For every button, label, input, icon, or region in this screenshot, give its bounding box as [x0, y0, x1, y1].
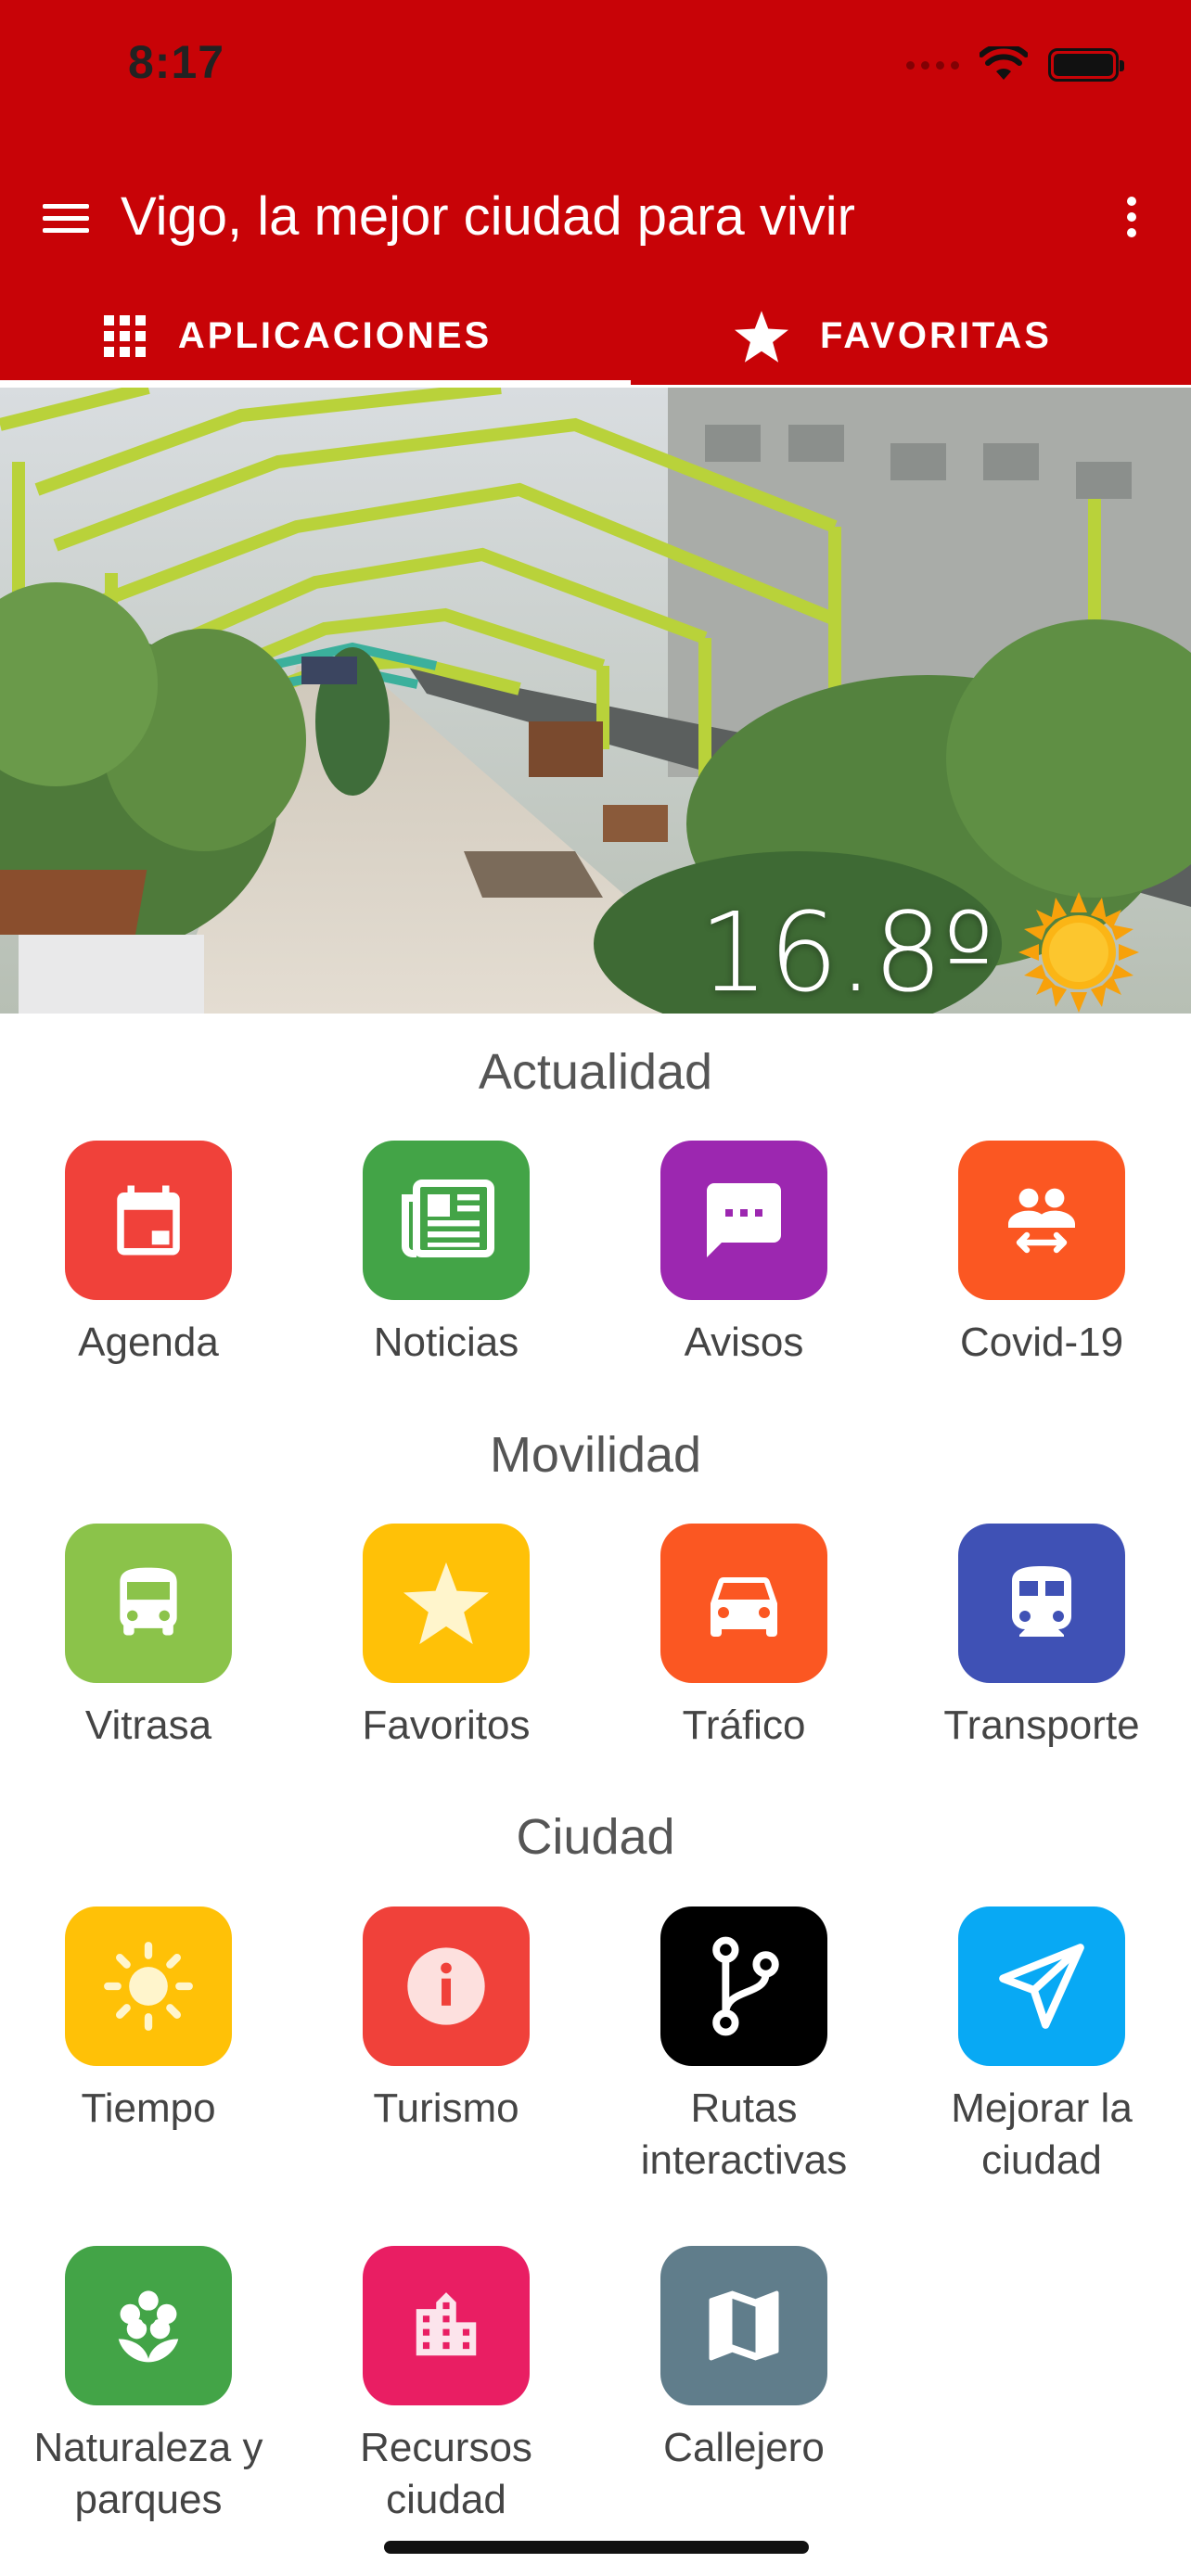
app-label: Agenda [78, 1320, 219, 1365]
active-tab-indicator [0, 380, 631, 388]
app-label: Turismo [373, 2085, 519, 2131]
weather-widget[interactable]: 16.8º [699, 888, 1139, 1014]
cellular-signal-icon [906, 60, 959, 70]
app-icon-tile [660, 1906, 827, 2066]
train-icon [1012, 1566, 1071, 1637]
flower-icon [118, 2290, 179, 2363]
people-distance-icon [1008, 1188, 1075, 1254]
app-icon-tile [363, 1141, 530, 1300]
section-title-movilidad: Movilidad [489, 1427, 702, 1483]
app-icon-tile [65, 1524, 232, 1683]
tab-bar: APLICACIONES FAVORITAS [0, 287, 1191, 389]
app-label: Transporte [943, 1702, 1140, 1748]
app-label: Recursos ciudad [360, 2425, 532, 2522]
app-label: Vitrasa [84, 1702, 212, 1748]
status-time: 8:17 [128, 36, 225, 88]
app-label: Callejero [663, 2425, 825, 2470]
app-icon-tile [65, 1906, 232, 2066]
wifi-icon [980, 46, 1028, 80]
app-icon-tile [958, 1906, 1125, 2066]
tab-favoritas[interactable]: FAVORITAS [596, 287, 1191, 385]
battery-icon [1048, 48, 1124, 82]
app-covid-19[interactable]: Covid-19 [893, 1141, 1190, 1369]
sun-icon [1018, 892, 1139, 1013]
star-icon [403, 1562, 489, 1645]
app-noticias[interactable]: Noticias [298, 1141, 595, 1369]
app-title: Vigo, la mejor ciudad para vivir [121, 186, 855, 247]
app-turismo[interactable]: Turismo [298, 1906, 595, 2135]
route-fork-icon [712, 1936, 779, 2036]
app-label: Mejorar la ciudad [951, 2085, 1133, 2183]
app-label: Favoritos [362, 1702, 531, 1748]
app-tiempo[interactable]: Tiempo [0, 1906, 297, 2135]
app-label: Covid-19 [959, 1320, 1124, 1365]
app-label: Tiempo [81, 2085, 216, 2131]
app-label: Avisos [684, 1320, 804, 1365]
toolbar: Vigo, la mejor ciudad para vivir [0, 167, 1191, 269]
more-options-icon[interactable] [1113, 189, 1150, 245]
tab-label: FAVORITAS [820, 315, 1052, 356]
app-vitrasa[interactable]: Vitrasa [0, 1524, 297, 1752]
newspaper-icon [402, 1180, 494, 1257]
status-icons [906, 46, 1124, 83]
home-indicator[interactable] [384, 2541, 809, 2554]
app-favoritos[interactable]: Favoritos [298, 1524, 595, 1752]
app-icon-tile [65, 2246, 232, 2405]
app-transporte[interactable]: Transporte [893, 1524, 1190, 1752]
info-icon [407, 1947, 485, 2025]
star-icon [735, 310, 789, 363]
app-label: Noticias [373, 1320, 519, 1365]
app-recursos-ciudad[interactable]: Recursos ciudad [298, 2246, 595, 2526]
car-icon [711, 1577, 777, 1637]
app-agenda[interactable]: Agenda [0, 1141, 297, 1369]
message-icon [707, 1183, 781, 1257]
app-avisos[interactable]: Avisos [596, 1141, 892, 1369]
send-plane-icon [999, 1944, 1084, 2029]
apps-grid-icon [103, 314, 146, 357]
app-icon-tile [660, 1141, 827, 1300]
app-mejorar-la-ciudad[interactable]: Mejorar la ciudad [893, 1906, 1190, 2187]
app-callejero[interactable]: Callejero [596, 2246, 892, 2474]
app-icon-tile [958, 1524, 1125, 1683]
tab-aplicaciones[interactable]: APLICACIONES [0, 287, 596, 385]
app-icon-tile [363, 1906, 530, 2066]
app-icon-tile [958, 1141, 1125, 1300]
sun-icon [104, 1942, 193, 2031]
section-title-ciudad: Ciudad [516, 1809, 675, 1865]
app-label: Tráfico [682, 1702, 806, 1748]
app-icon-tile [65, 1141, 232, 1300]
hamburger-menu-icon[interactable] [43, 195, 89, 241]
hero-image: 16.8º [0, 388, 1191, 1014]
app-icon-tile [660, 2246, 827, 2405]
section-title-actualidad: Actualidad [478, 1044, 713, 1100]
app-bar: 8:17 Vigo, la mejor ciudad para vivir AP… [0, 0, 1191, 388]
app-label: Naturaleza y parques [33, 2425, 263, 2522]
app-icon-tile [363, 1524, 530, 1683]
app-trafico[interactable]: Tráfico [596, 1524, 892, 1752]
map-icon [709, 2290, 779, 2361]
app-icon-tile [660, 1524, 827, 1683]
app-label: Rutas interactivas [640, 2085, 848, 2183]
buildings-icon [416, 2292, 477, 2356]
app-rutas-interactivas[interactable]: Rutas interactivas [596, 1906, 892, 2187]
app-icon-tile [363, 2246, 530, 2405]
bus-icon [120, 1567, 177, 1636]
calendar-icon [117, 1185, 180, 1256]
tab-label: APLICACIONES [177, 315, 493, 356]
temperature-value: 16.8º [698, 888, 994, 1014]
app-naturaleza-y-parques[interactable]: Naturaleza y parques [0, 2246, 297, 2526]
